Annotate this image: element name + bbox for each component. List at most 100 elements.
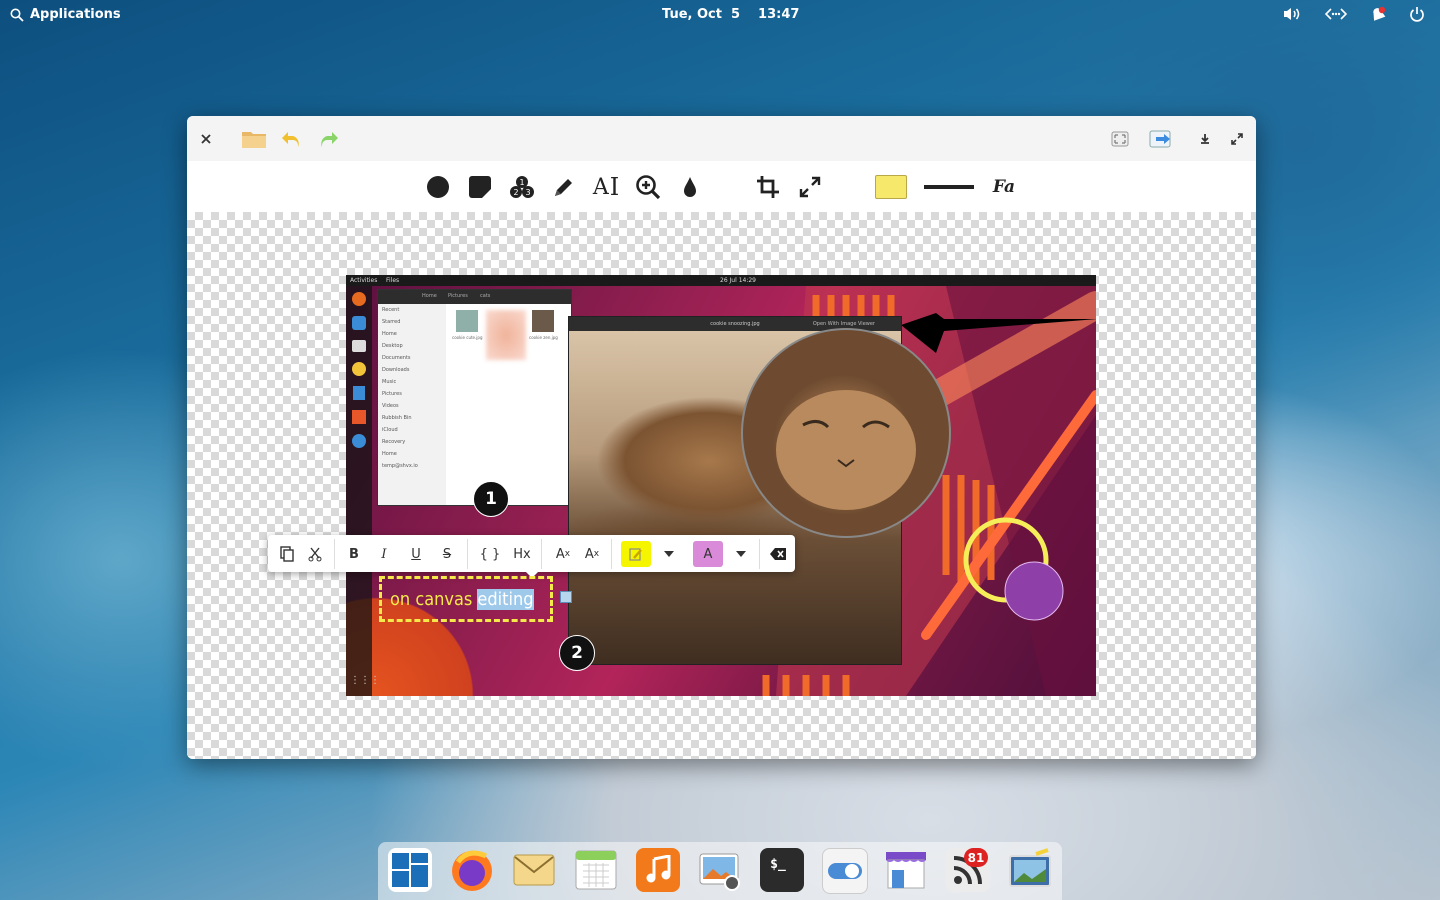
- dock-system-settings[interactable]: [822, 848, 868, 894]
- notifications-icon[interactable]: [1369, 6, 1387, 26]
- dock-mail[interactable]: [512, 848, 556, 892]
- mail-icon: [513, 854, 555, 886]
- bold-button[interactable]: B: [343, 541, 365, 567]
- color-swatch[interactable]: [875, 173, 907, 201]
- rectangle-tool[interactable]: [466, 173, 494, 201]
- text-tool[interactable]: AI: [592, 173, 620, 201]
- subscript-button[interactable]: Ax: [579, 541, 605, 567]
- dock-music[interactable]: [636, 848, 680, 892]
- applications-label: Applications: [30, 7, 121, 22]
- redo-icon[interactable]: [316, 126, 342, 152]
- text-color-dropdown-button[interactable]: [730, 541, 752, 567]
- magnifier-icon: [636, 175, 661, 200]
- dock-screenshot-tool[interactable]: [1008, 848, 1052, 892]
- close-icon[interactable]: [193, 126, 219, 152]
- text-annotation[interactable]: on canvas editing: [379, 576, 553, 622]
- dock-terminal[interactable]: $_: [760, 848, 804, 892]
- text-annotation-plain: on canvas: [390, 588, 473, 610]
- image-sidebar-item: Home: [382, 451, 397, 457]
- stroke-width[interactable]: [923, 173, 975, 201]
- image-software-icon: [352, 410, 366, 424]
- image-activities-label: Activities: [350, 277, 378, 284]
- fit-icon[interactable]: [1107, 126, 1133, 152]
- drawing-canvas[interactable]: Activities Files 26 Jul 14:29 Home Pictu…: [187, 212, 1256, 759]
- image-rhythmbox-icon: [352, 362, 366, 376]
- underline-button[interactable]: U: [405, 541, 427, 567]
- image-app-grid-icon: ⋮⋮⋮: [350, 675, 380, 686]
- power-icon[interactable]: [1409, 6, 1425, 26]
- download-icon[interactable]: [1192, 126, 1218, 152]
- cut-button[interactable]: [304, 541, 326, 567]
- image-top-bar: Activities Files 26 Jul 14:29: [346, 275, 1096, 286]
- font-icon: Fa: [992, 177, 1016, 197]
- highlight-color-button[interactable]: [621, 541, 651, 567]
- resize-tool[interactable]: [796, 173, 824, 201]
- highlight-dropdown-button[interactable]: [658, 541, 680, 567]
- clear-format-button[interactable]: [766, 541, 790, 567]
- dock-firefox[interactable]: [450, 848, 494, 892]
- image-thumb-blurred: [486, 310, 526, 360]
- separator: [467, 539, 468, 569]
- screenshot-image: Activities Files 26 Jul 14:29 Home Pictu…: [346, 275, 1096, 696]
- text-cursor: I: [609, 173, 620, 201]
- toggle-icon: [828, 863, 862, 879]
- dock-appcenter[interactable]: [884, 848, 928, 892]
- image-sidebar-item: Desktop: [382, 343, 403, 349]
- image-writer-icon: [353, 386, 365, 400]
- svg-text:1: 1: [519, 178, 524, 187]
- applications-menu[interactable]: Applications: [10, 7, 121, 22]
- image-files-label: Files: [386, 277, 400, 284]
- superscript-label: A: [555, 546, 565, 562]
- dock-calendar[interactable]: [574, 848, 618, 892]
- appcenter-icon: [886, 852, 926, 889]
- chevron-down-icon: [736, 551, 746, 557]
- image-path-pictures: Pictures: [448, 293, 468, 299]
- image-sidebar-item: Starred: [382, 319, 401, 325]
- dock-multitasking-view[interactable]: [388, 848, 432, 892]
- magnifier-tool[interactable]: [634, 173, 662, 201]
- undo-icon[interactable]: [278, 126, 304, 152]
- circle-tool[interactable]: [424, 173, 452, 201]
- image-file-sidebar: Recent Starred Home Desktop Documents Do…: [378, 304, 446, 505]
- chevron-down-icon: [664, 551, 674, 557]
- heading-button[interactable]: Hx: [509, 541, 535, 567]
- image-path-home: Home: [422, 293, 437, 299]
- text-format-toolbar: B I U S { } Hx Ax Ax A: [268, 535, 795, 578]
- image-firefox-icon: [352, 292, 366, 306]
- dock-photos[interactable]: [698, 848, 742, 892]
- date-time-indicator[interactable]: Tue, Oct 5 13:47: [662, 7, 817, 22]
- crop-tool[interactable]: [754, 173, 782, 201]
- network-icon[interactable]: [1324, 6, 1348, 26]
- terminal-icon: $_: [770, 856, 786, 872]
- primary-color: [875, 175, 907, 199]
- photos-icon: [699, 853, 740, 891]
- blur-tool[interactable]: [676, 173, 704, 201]
- font-tool[interactable]: Fa: [990, 173, 1018, 201]
- headerbar: [187, 116, 1256, 162]
- resize-handle[interactable]: [560, 591, 572, 603]
- code-button[interactable]: { }: [476, 541, 504, 567]
- date-text: Tue, Oct 5: [662, 7, 741, 22]
- folder-icon[interactable]: [239, 126, 269, 152]
- image-sidebar-item: Rubbish Bin: [382, 415, 412, 421]
- image-file-manager: Home Pictures cats Recent Starred Home D…: [377, 289, 572, 506]
- counter-badge-2[interactable]: 2: [559, 635, 595, 671]
- strikethrough-button[interactable]: S: [436, 541, 458, 567]
- highlighter-icon: [629, 548, 642, 561]
- annotator-window: 123 AI Fa Activities Files 26 Jul 14:29 …: [187, 116, 1256, 759]
- italic-button[interactable]: I: [373, 541, 395, 567]
- export-icon[interactable]: [1146, 126, 1176, 152]
- text-color-button[interactable]: A: [693, 541, 723, 567]
- crop-icon: [757, 176, 779, 198]
- counter-tool[interactable]: 123: [508, 173, 536, 201]
- superscript-button[interactable]: Ax: [550, 541, 576, 567]
- blur-icon: [684, 177, 696, 197]
- counter-badge-1[interactable]: 1: [473, 481, 509, 517]
- image-sidebar-item: iCloud: [382, 427, 398, 433]
- image-sidebar-item: Recovery: [382, 439, 406, 445]
- volume-icon[interactable]: [1282, 6, 1302, 26]
- fullscreen-icon[interactable]: [1224, 126, 1250, 152]
- tools-toolbar: 123 AI Fa: [187, 161, 1256, 213]
- pen-tool[interactable]: [550, 173, 578, 201]
- copy-button[interactable]: [276, 541, 298, 567]
